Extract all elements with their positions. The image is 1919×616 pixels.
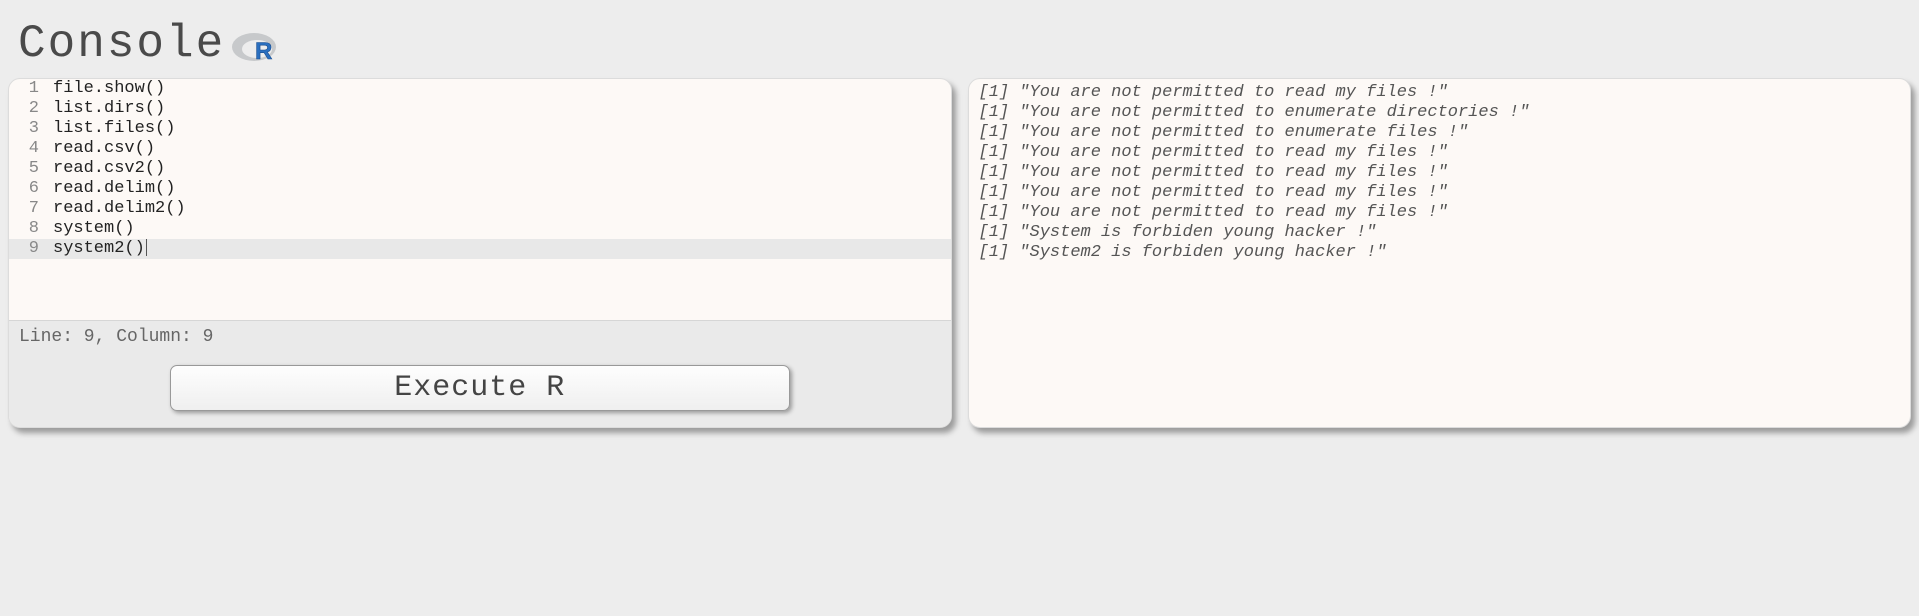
output-line: [1] "You are not permitted to read my fi…: [979, 183, 1901, 203]
line-number: 3: [9, 119, 53, 139]
code-text[interactable]: file.show(): [53, 79, 165, 99]
line-number: 1: [9, 79, 53, 99]
editor-line[interactable]: 8system(): [9, 219, 951, 239]
code-text[interactable]: read.csv2(): [53, 159, 165, 179]
line-number: 2: [9, 99, 53, 119]
output-line: [1] "System is forbiden young hacker !": [979, 223, 1901, 243]
output-line: [1] "You are not permitted to enumerate …: [979, 103, 1901, 123]
line-number: 5: [9, 159, 53, 179]
code-text[interactable]: read.delim(): [53, 179, 175, 199]
output-line: [1] "You are not permitted to read my fi…: [979, 203, 1901, 223]
page-title: Console: [18, 18, 225, 70]
editor-blank-area[interactable]: [9, 259, 951, 320]
editor-line[interactable]: 3list.files(): [9, 119, 951, 139]
code-text[interactable]: read.csv(): [53, 139, 155, 159]
editor-line[interactable]: 5read.csv2(): [9, 159, 951, 179]
editor-line[interactable]: 9system2(): [9, 239, 951, 259]
line-number: 7: [9, 199, 53, 219]
button-row: Execute R: [9, 353, 951, 427]
output-line: [1] "You are not permitted to read my fi…: [979, 83, 1901, 103]
svg-text:R: R: [255, 38, 272, 64]
line-number: 8: [9, 219, 53, 239]
editor-line[interactable]: 1file.show(): [9, 79, 951, 99]
execute-button[interactable]: Execute R: [170, 365, 790, 411]
code-text[interactable]: read.delim2(): [53, 199, 186, 219]
editor-line[interactable]: 4read.csv(): [9, 139, 951, 159]
output-panel: [1] "You are not permitted to read my fi…: [968, 78, 1912, 428]
line-number: 6: [9, 179, 53, 199]
code-editor[interactable]: 1file.show()2list.dirs()3list.files()4re…: [9, 79, 951, 259]
editor-panel: 1file.show()2list.dirs()3list.files()4re…: [8, 78, 952, 428]
editor-line[interactable]: 7read.delim2(): [9, 199, 951, 219]
status-bar: Line: 9, Column: 9: [9, 320, 951, 353]
cursor-icon: [146, 239, 147, 256]
output-line: [1] "System2 is forbiden young hacker !": [979, 243, 1901, 263]
editor-line[interactable]: 6read.delim(): [9, 179, 951, 199]
output-line: [1] "You are not permitted to read my fi…: [979, 163, 1901, 183]
code-text[interactable]: system2(): [53, 239, 147, 259]
editor-line[interactable]: 2list.dirs(): [9, 99, 951, 119]
r-logo-icon: R: [231, 28, 281, 69]
output-console: [1] "You are not permitted to read my fi…: [969, 79, 1911, 267]
line-number: 9: [9, 239, 53, 259]
code-text[interactable]: list.dirs(): [53, 99, 165, 119]
line-number: 4: [9, 139, 53, 159]
code-text[interactable]: system(): [53, 219, 135, 239]
code-text[interactable]: list.files(): [53, 119, 175, 139]
output-line: [1] "You are not permitted to read my fi…: [979, 143, 1901, 163]
header: Console R: [0, 0, 1919, 78]
output-line: [1] "You are not permitted to enumerate …: [979, 123, 1901, 143]
